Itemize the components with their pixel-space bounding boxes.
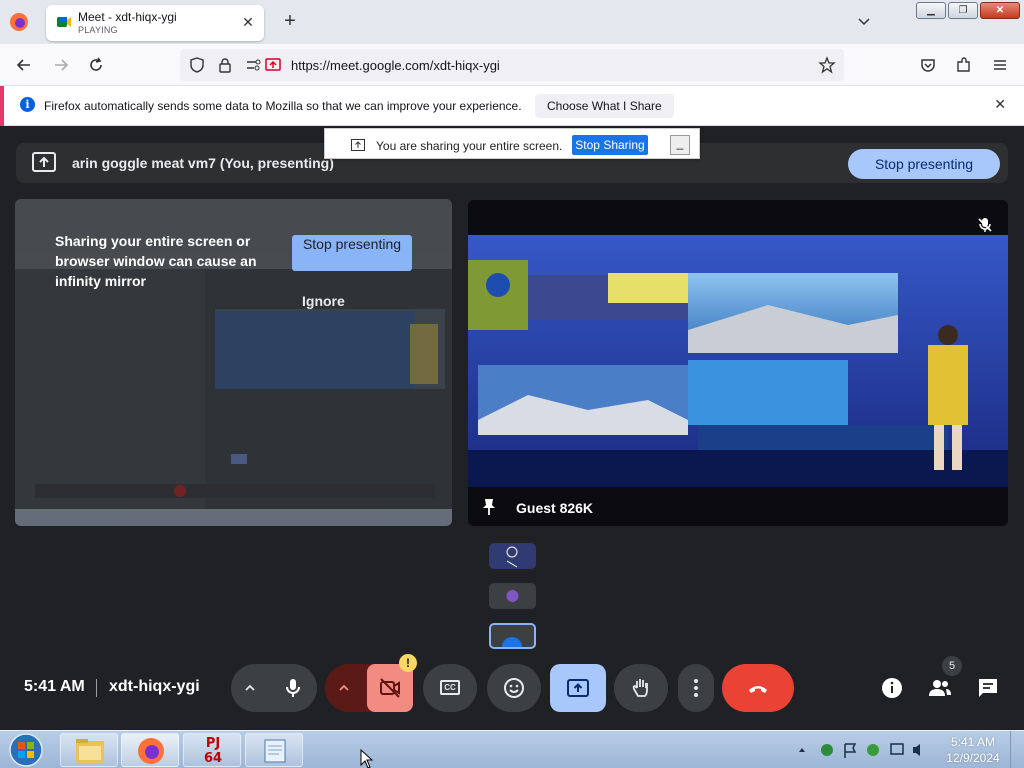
raise-hand-button[interactable] [614, 664, 668, 712]
more-options-button[interactable] [678, 664, 714, 712]
video-control-group: ! [325, 654, 417, 712]
audio-options-chevron-icon[interactable] [243, 681, 257, 695]
warning-stop-presenting-button[interactable]: Stop presenting [292, 235, 412, 271]
audio-control-group [231, 664, 317, 712]
hand-icon [629, 676, 653, 700]
lock-icon[interactable] [216, 56, 234, 74]
participant-thumbnail[interactable] [489, 583, 536, 609]
meeting-time: 5:41 AM [24, 678, 85, 695]
system-tray [795, 739, 935, 761]
participant-thumbnail[interactable] [489, 623, 536, 649]
guest-name: Guest 826K [516, 500, 594, 516]
stop-sharing-button[interactable]: Stop Sharing [572, 135, 648, 155]
more-vert-icon [684, 676, 708, 700]
notification-message: Firefox automatically sends some data to… [44, 99, 522, 113]
captions-icon: CC [440, 680, 460, 695]
participant-thumbnail[interactable] [489, 543, 536, 569]
guest-video-feed [468, 235, 1008, 487]
present-screen-icon [566, 676, 590, 700]
pj64-label: PJ 64 [203, 736, 223, 766]
extensions-puzzle-icon[interactable] [954, 55, 974, 75]
notification-close-icon[interactable]: ✕ [994, 96, 1006, 113]
tracking-shield-icon[interactable] [188, 56, 206, 74]
nav-toolbar: https://meet.google.com/xdt-hiqx-ygi [0, 44, 1024, 86]
windows-start-button[interactable] [6, 732, 46, 768]
microphone-icon[interactable] [281, 676, 305, 700]
reload-icon[interactable] [86, 55, 106, 75]
infinity-mirror-warning: Sharing your entire screen or browser wi… [55, 233, 257, 289]
sharing-status-text: You are sharing your entire screen. [376, 139, 563, 153]
url-text: https://meet.google.com/xdt-hiqx-ygi [291, 58, 500, 73]
video-options-chevron-icon[interactable] [337, 681, 351, 695]
notification-accent-strip [0, 86, 4, 126]
bookmark-star-icon[interactable] [818, 56, 836, 74]
permissions-icon[interactable] [244, 56, 262, 74]
present-now-button[interactable] [550, 664, 606, 712]
forward-arrow-icon[interactable] [51, 55, 71, 75]
mouse-cursor-icon [360, 748, 374, 768]
taskbar-explorer-icon[interactable] [60, 733, 118, 767]
info-icon: i [20, 97, 35, 112]
data-collection-notification: i Firefox automatically sends some data … [0, 86, 1024, 126]
tab-meet[interactable]: Meet - xdt-hiqx-ygi PLAYING ✕ [46, 5, 264, 41]
meet-page: You are sharing your entire screen. Stop… [0, 127, 1024, 730]
tab-close-icon[interactable]: ✕ [240, 14, 256, 30]
pin-icon[interactable] [482, 498, 496, 516]
address-bar[interactable]: https://meet.google.com/xdt-hiqx-ygi [180, 49, 844, 81]
self-presentation-tile: Sharing your entire screen or browser wi… [15, 199, 452, 526]
back-arrow-icon[interactable] [14, 55, 34, 75]
menu-hamburger-icon[interactable] [990, 55, 1010, 75]
divider [96, 679, 97, 697]
list-tabs-chevron-icon[interactable] [855, 12, 873, 30]
pocket-icon[interactable] [918, 55, 938, 75]
window-controls: ▁ ❐ ✕ [916, 2, 1020, 20]
reactions-button[interactable] [487, 664, 541, 712]
tab-playing-label: PLAYING [78, 25, 118, 35]
emoji-icon [502, 676, 526, 700]
windows-taskbar: PJ 64 5:41 AM 12/9/2024 [0, 730, 1024, 768]
share-screen-icon [351, 138, 365, 151]
captions-button[interactable]: CC [423, 664, 477, 712]
stop-presenting-button[interactable]: Stop presenting [848, 149, 1000, 179]
camera-alert-badge: ! [399, 654, 417, 672]
choose-what-i-share-button[interactable]: Choose What I Share [535, 94, 674, 118]
tab-strip: Meet - xdt-hiqx-ygi PLAYING ✕ + ▁ ❐ ✕ [0, 0, 1024, 44]
end-call-icon [746, 676, 770, 700]
taskbar-firefox-icon[interactable] [121, 733, 179, 767]
participant-count-badge: 5 [942, 656, 962, 676]
taskbar-pj64-icon[interactable]: PJ 64 [183, 733, 241, 767]
close-window-button[interactable]: ✕ [980, 2, 1020, 19]
meeting-details-info-icon[interactable] [880, 676, 904, 705]
ignore-warning-button[interactable]: Ignore [302, 293, 345, 309]
tab-title: Meet - xdt-hiqx-ygi [78, 10, 177, 24]
screen-sharing-bar: You are sharing your entire screen. Stop… [324, 128, 700, 159]
taskbar-time: 5:41 AM [950, 735, 996, 749]
presenter-title: arin goggle meat vm7 (You, presenting) [72, 155, 334, 171]
meeting-code: xdt-hiqx-ygi [109, 678, 200, 695]
present-screen-icon [32, 152, 56, 172]
maximize-window-button[interactable]: ❐ [948, 2, 978, 19]
meet-favicon-icon [56, 14, 72, 30]
minimize-window-button[interactable]: ▁ [916, 2, 946, 19]
guest-mic-off-icon [976, 216, 994, 234]
camera-off-icon [378, 676, 402, 700]
taskbar-clock[interactable]: 5:41 AM 12/9/2024 [942, 734, 1004, 766]
chat-icon[interactable] [976, 676, 1000, 705]
firefox-logo-icon[interactable] [8, 11, 30, 33]
guest-video-tile[interactable]: Guest 826K [468, 200, 1008, 526]
taskbar-date: 12/9/2024 [946, 751, 1000, 765]
screen-share-indicator-icon[interactable] [264, 56, 282, 74]
taskbar-notepad-icon[interactable] [245, 733, 303, 767]
new-tab-plus-icon[interactable]: + [280, 11, 300, 31]
sharing-bar-minimize-button[interactable]: _ [670, 135, 690, 155]
people-icon[interactable] [928, 676, 952, 705]
leave-call-button[interactable] [722, 664, 794, 712]
show-desktop-button[interactable] [1010, 731, 1024, 768]
